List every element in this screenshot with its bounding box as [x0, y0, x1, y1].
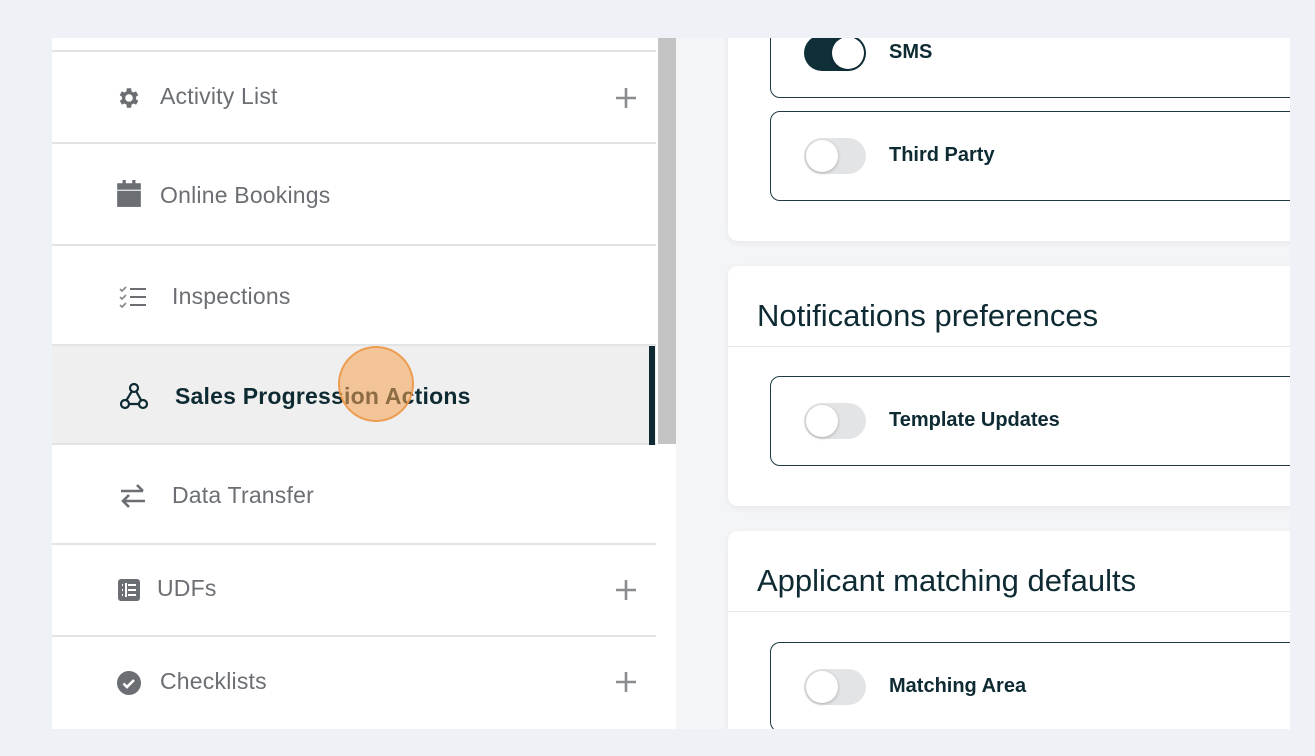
table-icon	[114, 575, 144, 605]
sidebar-item-label: UDFs	[157, 575, 217, 601]
sidebar-item-checklists[interactable]: Checklists	[52, 637, 656, 729]
checklist-icon	[118, 282, 148, 312]
option-label: Matching Area	[889, 675, 1027, 697]
screenshot-frame: Activity List Online Bookings Inspection…	[8, 8, 1307, 748]
sidebar-item-label: Online Bookings	[160, 182, 331, 208]
toggle-knob	[806, 140, 838, 172]
card-divider	[728, 611, 1290, 612]
transfer-arrows-icon	[118, 481, 148, 511]
sidebar-item-activity-list[interactable]: Activity List	[52, 52, 656, 144]
matching-card: Applicant matching defaults Matching Are…	[728, 531, 1290, 729]
sidebar: Activity List Online Bookings Inspection…	[52, 38, 656, 729]
app-viewport: Activity List Online Bookings Inspection…	[52, 38, 1290, 729]
sidebar-item-udfs[interactable]: UDFs	[52, 545, 656, 637]
sidebar-scrollbar-thumb[interactable]	[658, 38, 676, 444]
sidebar-item-label: Inspections	[172, 283, 291, 309]
calendar-icon	[114, 179, 144, 209]
add-icon[interactable]	[614, 578, 638, 602]
sidebar-item-label: Data Transfer	[172, 482, 314, 508]
sidebar-item-data-transfer[interactable]: Data Transfer	[52, 445, 656, 545]
click-indicator	[338, 346, 414, 422]
option-label: Template Updates	[889, 409, 1060, 431]
sidebar-item-label: Checklists	[160, 668, 267, 694]
toggle-knob	[806, 405, 838, 437]
channels-card: SMS Third Party	[728, 38, 1290, 241]
active-indicator	[649, 346, 655, 445]
option-matching-area[interactable]: Matching Area	[770, 642, 1290, 729]
option-sms[interactable]: SMS	[770, 38, 1290, 98]
toggle-knob	[832, 38, 864, 69]
card-title: Applicant matching defaults	[757, 563, 1137, 598]
add-icon[interactable]	[614, 670, 638, 694]
toggle-knob	[806, 671, 838, 703]
option-label: SMS	[889, 41, 933, 63]
third-party-toggle[interactable]	[804, 138, 866, 174]
add-icon[interactable]	[614, 86, 638, 110]
webhook-icon	[119, 381, 149, 411]
option-third-party[interactable]: Third Party	[770, 111, 1290, 201]
option-label: Third Party	[889, 144, 995, 166]
sms-toggle[interactable]	[804, 38, 866, 71]
sidebar-item-label: Activity List	[160, 83, 278, 109]
option-template-updates[interactable]: Template Updates	[770, 376, 1290, 466]
gear-icon	[114, 83, 144, 113]
notifications-card: Notifications preferences Template Updat…	[728, 266, 1290, 506]
sidebar-item-inspections[interactable]: Inspections	[52, 246, 656, 346]
matching-area-toggle[interactable]	[804, 669, 866, 705]
check-circle-icon	[114, 668, 144, 698]
template-updates-toggle[interactable]	[804, 403, 866, 439]
card-divider	[728, 346, 1290, 347]
sidebar-item-online-bookings[interactable]: Online Bookings	[52, 144, 656, 246]
card-title: Notifications preferences	[757, 298, 1099, 333]
sidebar-item-label: Sales Progression Actions	[175, 383, 471, 409]
